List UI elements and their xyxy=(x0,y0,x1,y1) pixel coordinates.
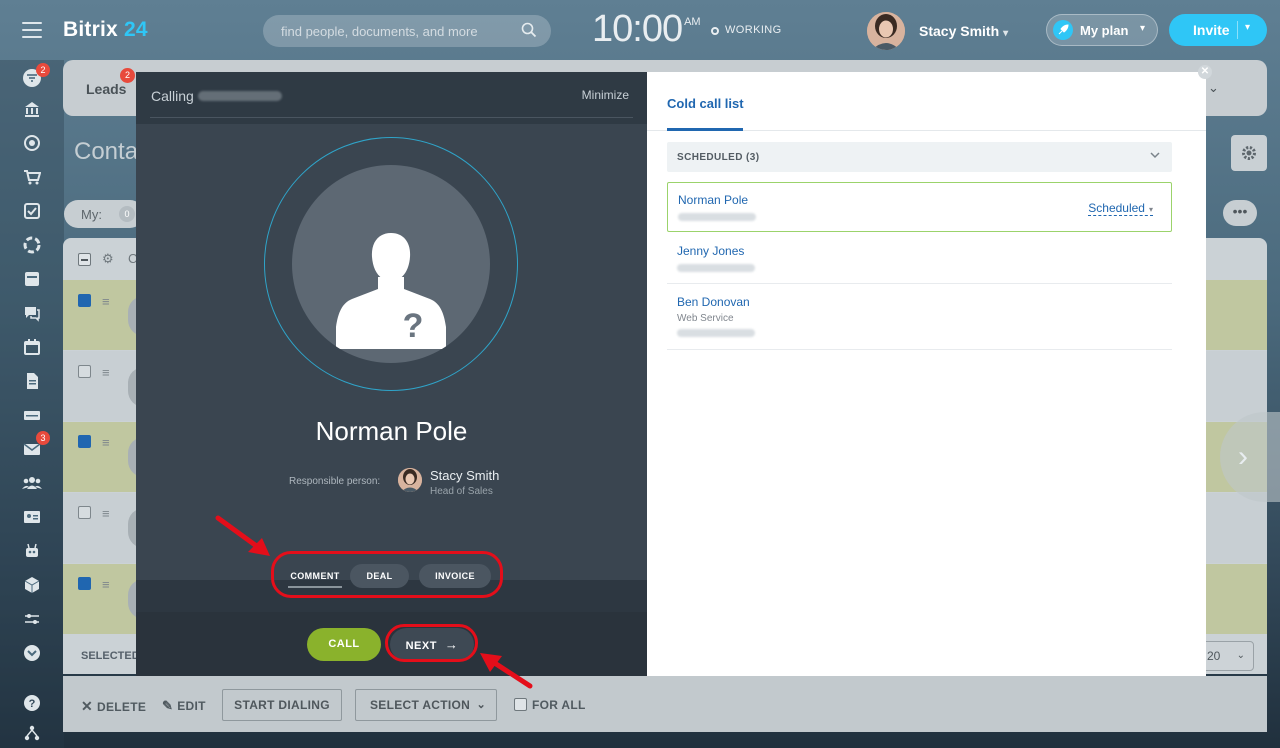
drag-handle-icon[interactable]: ≡ xyxy=(102,578,114,591)
start-dialing-button[interactable]: START DIALING xyxy=(222,689,342,721)
chevron-down-icon xyxy=(1150,152,1160,159)
svg-text:?: ? xyxy=(403,307,424,345)
status-dropdown[interactable]: Scheduled ▾ xyxy=(1088,201,1153,216)
robot-icon[interactable] xyxy=(22,542,42,562)
close-icon[interactable]: ✕ xyxy=(1198,65,1212,79)
chevron-down-icon: ▾ xyxy=(1148,205,1153,214)
drag-handle-icon[interactable]: ≡ xyxy=(102,507,114,520)
chat-icon[interactable] xyxy=(22,304,42,324)
minimize-button[interactable]: Minimize xyxy=(582,88,629,102)
responsible-label: Responsible person: xyxy=(289,476,381,487)
drag-handle-icon[interactable]: ≡ xyxy=(102,366,114,379)
for-all-checkbox[interactable]: FOR ALL xyxy=(514,698,586,712)
scheduled-group-header[interactable]: SCHEDULED (3) xyxy=(667,142,1172,172)
blurred-phone-number xyxy=(677,329,755,337)
annotation-next-highlight xyxy=(385,624,478,662)
work-status[interactable]: WORKING xyxy=(711,24,782,36)
crm-icon[interactable] xyxy=(22,236,42,256)
work-status-icon xyxy=(711,27,719,35)
chevron-down-icon[interactable]: ⌄ xyxy=(1208,80,1219,96)
notification-badge: 2 xyxy=(36,63,50,77)
annotation-arrow-icon xyxy=(215,515,270,556)
row-checkbox[interactable] xyxy=(78,435,91,448)
call-button[interactable]: CALL xyxy=(307,628,381,661)
blurred-phone-number xyxy=(197,91,282,101)
user-menu[interactable]: Stacy Smith ▾ xyxy=(919,23,1008,39)
search-input[interactable]: find people, documents, and more xyxy=(263,15,551,47)
cold-call-panel: Cold call list SCHEDULED (3) Norman Pole… xyxy=(647,72,1206,676)
filter-my[interactable]: My: 0 xyxy=(64,200,144,228)
call-panel-header: Calling Minimize xyxy=(136,72,647,122)
rocket-icon xyxy=(1053,20,1073,40)
contact-name: Norman Pole xyxy=(315,416,468,446)
row-checkbox[interactable] xyxy=(78,506,91,519)
delete-button[interactable]: ✕ DELETE xyxy=(81,698,146,715)
target-icon[interactable] xyxy=(22,134,42,154)
responsible-role: Head of Sales xyxy=(430,486,493,497)
selected-count-label: SELECTED xyxy=(81,650,140,662)
list-item[interactable]: Norman Pole Scheduled ▾ xyxy=(667,182,1172,232)
leads-tab[interactable]: Leads xyxy=(86,81,126,97)
document-icon[interactable] xyxy=(22,372,42,392)
gear-icon[interactable]: ⚙ xyxy=(102,251,114,267)
row-checkbox[interactable] xyxy=(78,577,91,590)
row-checkbox[interactable] xyxy=(78,294,91,307)
list-item[interactable]: Jenny Jones xyxy=(667,234,1172,282)
invite-button[interactable]: Invite ▾ xyxy=(1169,14,1267,46)
search-placeholder: find people, documents, and more xyxy=(281,24,478,39)
drag-handle-icon[interactable]: ≡ xyxy=(102,295,114,308)
select-all-checkbox[interactable] xyxy=(78,253,91,266)
box-icon[interactable] xyxy=(22,576,42,596)
blurred-phone-number xyxy=(677,264,755,272)
svg-text:?: ? xyxy=(29,698,36,710)
chevron-down-icon: ▾ xyxy=(1139,23,1145,34)
blurred-phone-number xyxy=(678,213,756,221)
gear-icon xyxy=(1242,146,1256,160)
edit-button[interactable]: ✎ EDIT xyxy=(162,698,206,714)
page-title: Conta xyxy=(74,138,139,165)
app-logo[interactable]: Bitrix 24 xyxy=(63,18,148,42)
row-checkbox[interactable] xyxy=(78,365,91,378)
list-item[interactable]: Ben Donovan Web Service xyxy=(667,284,1172,349)
left-sidebar: 2 3 ? xyxy=(0,60,64,748)
responsible-name[interactable]: Stacy Smith xyxy=(430,468,499,483)
help-icon[interactable]: ? xyxy=(22,694,42,714)
search-icon xyxy=(521,22,537,38)
annotation-arrow-icon xyxy=(480,653,533,689)
menu-icon[interactable] xyxy=(22,22,42,40)
notification-badge: 3 xyxy=(36,431,50,445)
calendar-icon[interactable] xyxy=(22,338,42,358)
feed-icon[interactable] xyxy=(22,270,42,290)
my-plan-button[interactable]: My plan ▾ xyxy=(1046,14,1158,46)
chevron-down-icon: ▾ xyxy=(1245,22,1251,33)
contact-card-icon[interactable] xyxy=(22,508,42,528)
responsible-avatar[interactable] xyxy=(398,468,422,492)
more-options-button[interactable]: ••• xyxy=(1223,200,1257,226)
user-avatar[interactable] xyxy=(867,12,905,50)
sliders-icon[interactable] xyxy=(22,610,42,630)
annotation-tabs-highlight xyxy=(271,551,503,598)
unknown-person-icon: ? xyxy=(292,165,490,363)
employees-icon[interactable] xyxy=(22,474,42,494)
drive-icon[interactable] xyxy=(22,406,42,426)
chevron-right-icon: › xyxy=(1238,440,1248,473)
chevron-down-icon: ▾ xyxy=(1003,28,1009,39)
bank-icon[interactable] xyxy=(22,100,42,120)
clock[interactable]: 10:00 AM xyxy=(592,8,701,51)
pencil-icon: ✎ xyxy=(162,698,174,713)
settings-button[interactable] xyxy=(1231,135,1267,171)
tab-cold-call-list[interactable]: Cold call list xyxy=(667,96,744,111)
drag-handle-icon[interactable]: ≡ xyxy=(102,436,114,449)
tasks-icon[interactable] xyxy=(22,202,42,222)
close-icon: ✕ xyxy=(81,698,94,714)
more-chevron-icon[interactable] xyxy=(22,644,42,664)
structure-icon[interactable] xyxy=(22,724,42,744)
calling-label: Calling xyxy=(151,88,282,104)
leads-badge: 2 xyxy=(120,68,135,83)
cart-icon[interactable] xyxy=(22,168,42,188)
